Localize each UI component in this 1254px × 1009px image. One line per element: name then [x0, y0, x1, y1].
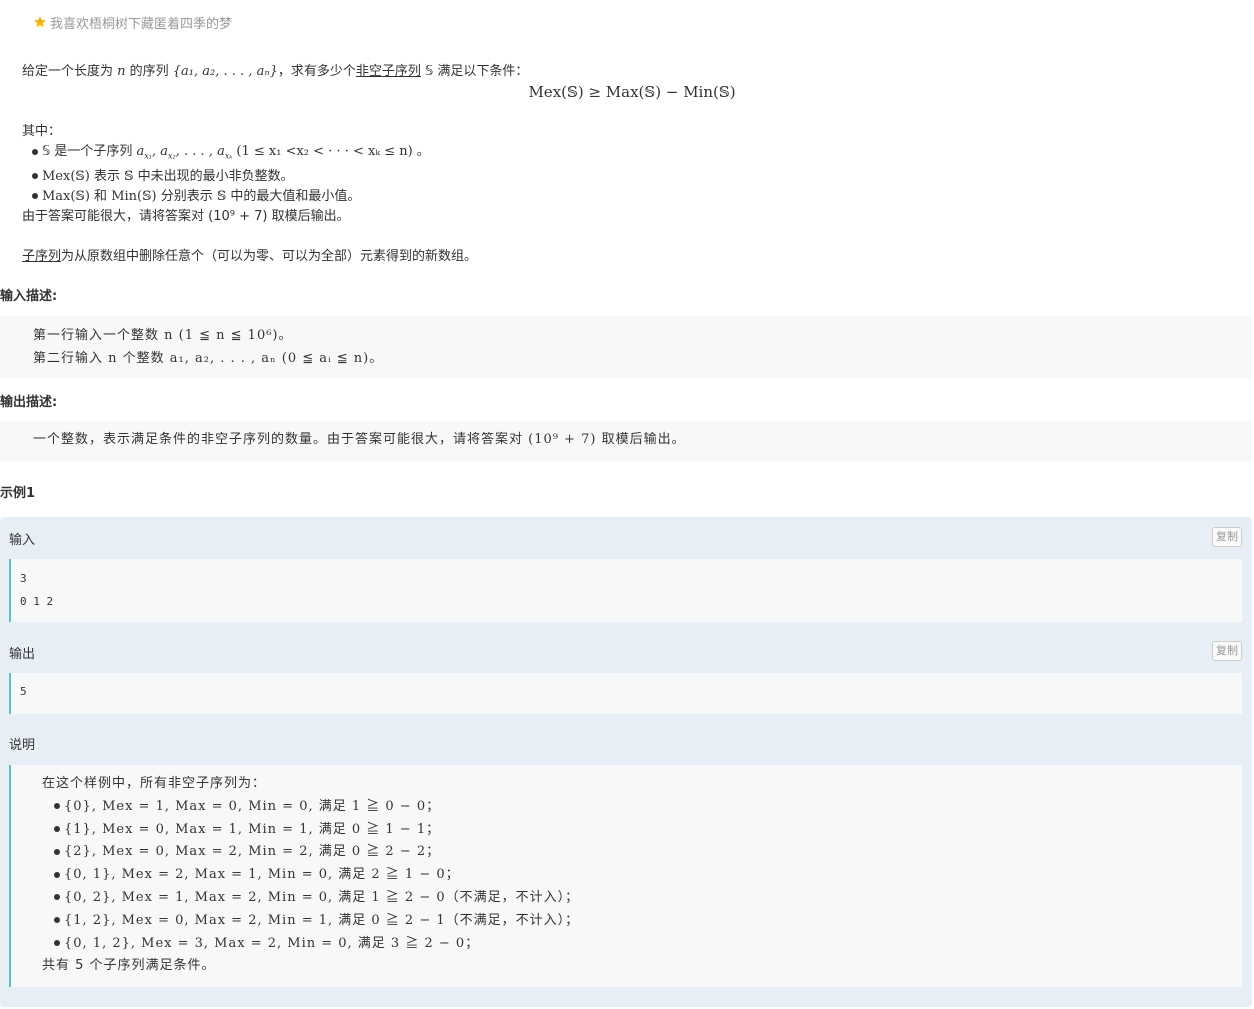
- example-heading: 示例1: [0, 486, 36, 501]
- explain-item: {1, 2}, Mex = 0, Max = 2, Min = 1, 满足 0 …: [42, 910, 1242, 933]
- explain-intro: 在这个样例中，所有非空子序列为：: [42, 776, 267, 791]
- statement-intro: 给定一个长度为 n 的序列 {a₁, a₂, . . . , aₙ}，求有多少个…: [22, 64, 529, 79]
- example-output-code[interactable]: 5: [9, 673, 1242, 714]
- explain-item: {2}, Mex = 0, Max = 2, Min = 2, 满足 0 ≧ 2…: [42, 841, 1242, 864]
- example-explanation: 在这个样例中，所有非空子序列为： {0}, Mex = 1, Max = 0, …: [9, 765, 1242, 987]
- definition-list: 𝕊 是一个子序列 ax₁, ax₂, . . . , axₖ (1 ≤ x₁ <…: [22, 142, 1242, 207]
- star-icon[interactable]: [33, 15, 47, 29]
- modulo-note: 由于答案可能很大，请将答案对 (10⁹ + 7) 取模后输出。: [22, 208, 350, 224]
- nonempty-term: 非空: [355, 64, 382, 79]
- subsequence-link[interactable]: 子序列: [382, 64, 421, 79]
- explain-item: {0, 2}, Mex = 1, Max = 2, Min = 0, 满足 1 …: [42, 887, 1242, 910]
- subsequence-definition: 子序列为从原数组中删除任意个（可以为零、可以为全部）元素得到的新数组。: [22, 248, 478, 264]
- code-line: 5: [20, 685, 27, 698]
- definition-item: Mex(𝕊) 表示 𝕊 中未出现的最小非负整数。: [32, 167, 1242, 187]
- code-line: 0 1 2: [20, 595, 54, 608]
- problem-title-row: 我喜欢梧桐树下藏匿着四季的梦: [33, 13, 233, 32]
- explain-item: {0, 1, 2}, Mex = 3, Max = 2, Min = 0, 满足…: [42, 933, 1242, 956]
- input-description-heading: 输入描述:: [0, 289, 58, 304]
- copy-input-button[interactable]: 复制: [1212, 527, 1242, 547]
- subsequence-term[interactable]: 子序列: [22, 249, 61, 264]
- copy-output-button[interactable]: 复制: [1212, 641, 1242, 661]
- example-panel: 输入 复制 3 0 1 2 输出 复制 5 说明 在这个样例中，所有非空子序列为…: [0, 517, 1252, 1007]
- example-input-label: 输入: [9, 533, 36, 548]
- condition-formula: Mex(𝕊) ≥ Max(𝕊) − Min(𝕊): [528, 83, 736, 101]
- explain-item: {1}, Mex = 0, Max = 1, Min = 1, 满足 0 ≧ 1…: [42, 819, 1242, 842]
- problem-title: 我喜欢梧桐树下藏匿着四季的梦: [50, 16, 233, 32]
- example-explain-label: 说明: [9, 738, 36, 753]
- example-output-label: 输出: [9, 647, 36, 662]
- definition-item: Max(𝕊) 和 Min(𝕊) 分别表示 𝕊 中的最大值和最小值。: [32, 187, 1242, 207]
- explain-item: {0}, Mex = 1, Max = 0, Min = 0, 满足 1 ≧ 0…: [42, 796, 1242, 819]
- output-line: 一个整数，表示满足条件的非空子序列的数量。由于答案可能很大，请将答案对 (10⁹…: [33, 432, 686, 447]
- code-line: 3: [20, 572, 27, 585]
- example-input-code[interactable]: 3 0 1 2: [9, 559, 1242, 622]
- input-description-box: 第一行输入一个整数 n (1 ≦ n ≦ 10⁶)。 第二行输入 n 个整数 a…: [0, 316, 1252, 378]
- input-line: 第一行输入一个整数 n (1 ≦ n ≦ 10⁶)。: [33, 328, 293, 343]
- explain-outro: 共有 5 个子序列满足条件。: [42, 958, 216, 974]
- output-description-box: 一个整数，表示满足条件的非空子序列的数量。由于答案可能很大，请将答案对 (10⁹…: [0, 421, 1252, 462]
- input-line: 第二行输入 n 个整数 a₁, a₂, . . . , aₙ (0 ≦ aᵢ ≦…: [33, 351, 384, 366]
- output-description-heading: 输出描述:: [0, 395, 58, 410]
- definition-item: 𝕊 是一个子序列 ax₁, ax₂, . . . , axₖ (1 ≤ x₁ <…: [32, 142, 1242, 167]
- explain-item: {0, 1}, Mex = 2, Max = 1, Min = 0, 满足 2 …: [42, 864, 1242, 887]
- where-label: 其中：: [22, 124, 62, 139]
- problem-statement: 给定一个长度为 n 的序列 {a₁, a₂, . . . , aₙ}，求有多少个…: [22, 62, 1242, 267]
